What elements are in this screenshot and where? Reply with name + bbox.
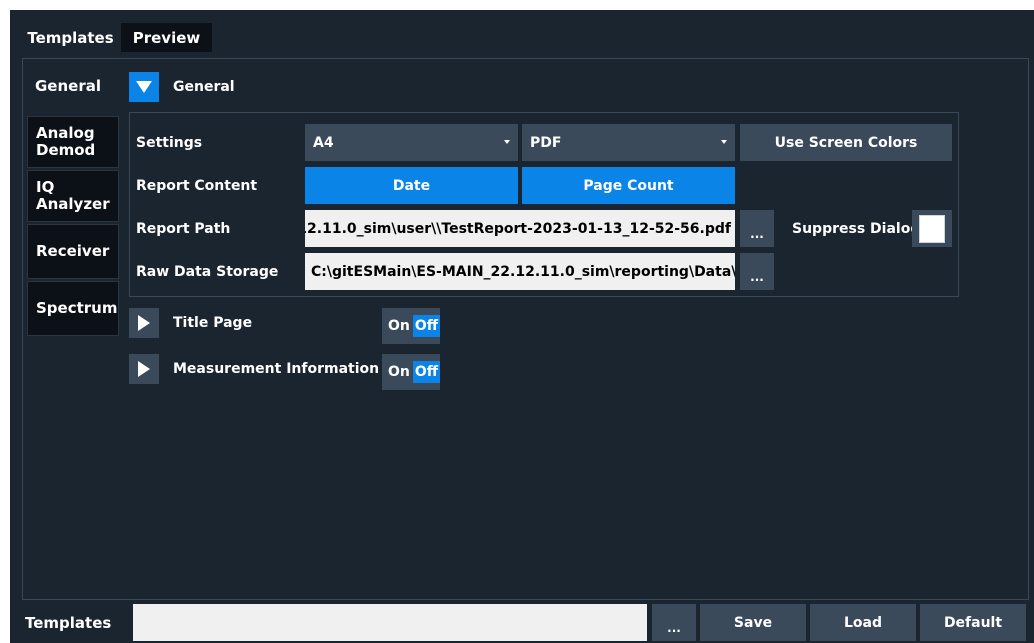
measurement-information-expand-button[interactable] (129, 354, 159, 384)
measurement-information-label: Measurement Information (173, 361, 380, 377)
report-path-input[interactable]: 12.11.0_sim\user\\TestReport-2023-01-13_… (305, 210, 735, 247)
report-path-value: 12.11.0_sim\user\\TestReport-2023-01-13_… (305, 220, 731, 237)
paper-size-dropdown[interactable]: A4 (305, 124, 518, 161)
side-tab-iq-analyzer-label: IQ Analyzer (36, 178, 110, 213)
title-page-expand-button[interactable] (129, 308, 159, 338)
side-tab-general-label: General (35, 77, 101, 95)
dropdown-arrow-icon (504, 140, 510, 144)
side-tab-analog-demod-label: Analog Demod (36, 124, 96, 159)
suppress-dialog-label: Suppress Dialog (792, 220, 921, 237)
side-tab-receiver-label: Receiver (36, 242, 110, 260)
tab-preview-label: Preview (132, 28, 201, 47)
format-dropdown[interactable]: PDF (522, 124, 735, 161)
suppress-dialog-checkbox-container[interactable] (912, 210, 952, 247)
title-page-label: Title Page (173, 315, 253, 331)
toggle-on-label: On (388, 364, 410, 380)
tab-templates[interactable]: Templates (22, 23, 119, 52)
side-tab-iq-analyzer[interactable]: IQ Analyzer (27, 170, 119, 222)
raw-data-storage-input[interactable]: C:\gitESMain\ES-MAIN_22.12.11.0_sim\repo… (305, 253, 735, 290)
toggle-on-label: On (388, 318, 410, 334)
side-tab-spectrum-label: Spectrum (36, 299, 118, 317)
side-tab-receiver[interactable]: Receiver (27, 224, 119, 279)
paper-size-value: A4 (313, 134, 334, 151)
tab-preview[interactable]: Preview (121, 23, 212, 52)
general-expand-button[interactable] (129, 72, 159, 102)
suppress-dialog-checkbox[interactable] (919, 214, 945, 243)
title-page-on-off-toggle[interactable]: On Off (382, 308, 441, 344)
triangle-right-icon (138, 315, 150, 331)
raw-data-storage-value: C:\gitESMain\ES-MAIN_22.12.11.0_sim\repo… (311, 263, 735, 280)
measurement-information-on-off-toggle[interactable]: On Off (382, 354, 441, 390)
page-count-toggle-button[interactable]: Page Count (522, 167, 735, 204)
template-browse-button[interactable]: ... (652, 604, 696, 641)
format-value: PDF (530, 134, 562, 151)
template-name-input[interactable] (133, 604, 647, 641)
default-button[interactable]: Default (920, 604, 1026, 641)
toggle-off-label: Off (412, 315, 441, 337)
report-content-label: Report Content (136, 177, 258, 194)
raw-data-storage-browse-button[interactable]: ... (740, 253, 774, 290)
toggle-off-label: Off (412, 361, 441, 383)
side-tab-analog-demod[interactable]: Analog Demod (27, 116, 119, 168)
templates-footer-label: Templates (25, 613, 112, 632)
date-toggle-button[interactable]: Date (305, 167, 518, 204)
load-button[interactable]: Load (810, 604, 916, 641)
side-tab-spectrum[interactable]: Spectrum (27, 281, 119, 336)
triangle-right-icon (138, 361, 150, 377)
general-section-title: General (173, 79, 235, 95)
tab-templates-label: Templates (27, 28, 114, 47)
dropdown-arrow-icon (721, 140, 727, 144)
side-tab-general[interactable]: General (27, 60, 119, 113)
save-button[interactable]: Save (700, 604, 806, 641)
settings-label: Settings (136, 134, 203, 151)
triangle-down-icon (136, 81, 152, 93)
report-path-browse-button[interactable]: ... (740, 210, 774, 247)
raw-data-storage-label: Raw Data Storage (136, 263, 279, 280)
use-screen-colors-button[interactable]: Use Screen Colors (740, 124, 952, 161)
report-path-label: Report Path (136, 220, 231, 237)
